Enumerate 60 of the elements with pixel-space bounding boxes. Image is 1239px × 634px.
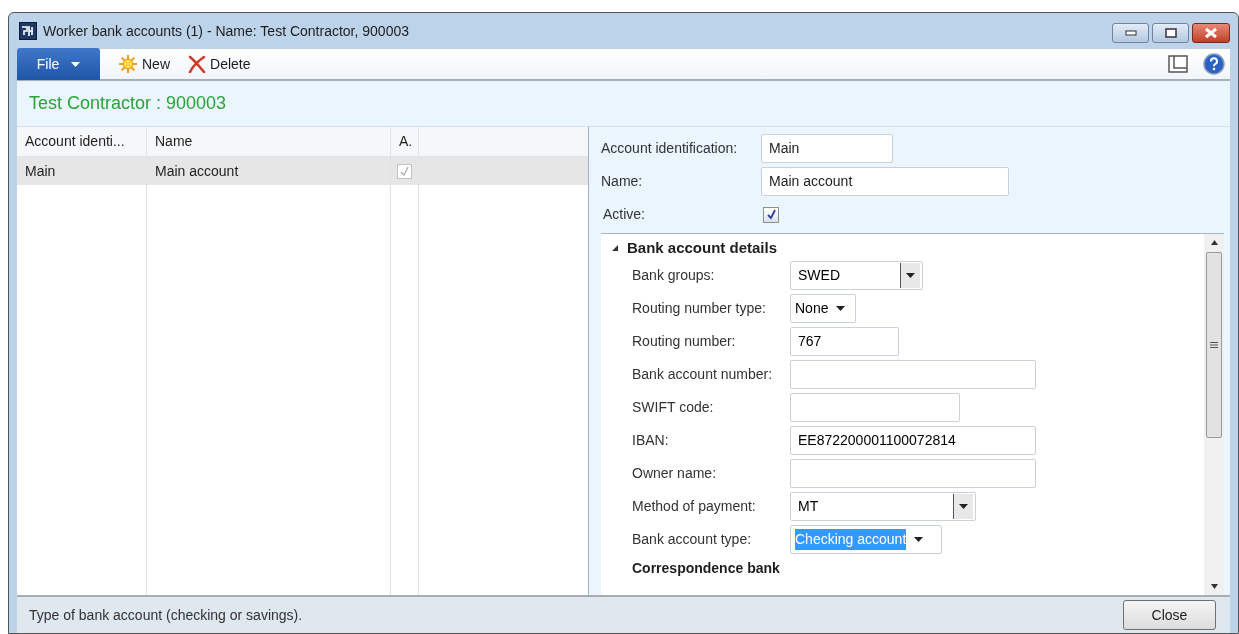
- table-cell: Main: [17, 157, 147, 185]
- delete-icon: [188, 55, 206, 73]
- app-icon: [19, 22, 37, 40]
- checkmark-icon: [399, 165, 410, 177]
- field-label: Active:: [603, 205, 646, 224]
- delete-button[interactable]: Delete: [188, 53, 251, 75]
- caret-icon: [906, 273, 915, 278]
- caret-icon: [71, 61, 81, 67]
- close-button[interactable]: [1192, 23, 1230, 43]
- field-label: Bank account type:: [632, 530, 753, 549]
- input-field[interactable]: [790, 393, 960, 422]
- grip-icon: [1210, 342, 1218, 348]
- field-label: Account identification:: [601, 139, 739, 158]
- checkmark-icon: [765, 209, 777, 220]
- field-label: Bank groups:: [632, 266, 716, 285]
- table-row[interactable]: Main Main account: [17, 157, 588, 185]
- checkbox[interactable]: [397, 163, 412, 179]
- record-title: Test Contractor : 900003: [29, 92, 227, 115]
- scroll-thumb[interactable]: [1206, 252, 1222, 438]
- field-label: Routing number type:: [632, 299, 767, 318]
- restore-button[interactable]: [1152, 23, 1189, 43]
- help-icon: [1203, 53, 1225, 75]
- combo-box[interactable]: SWED: [790, 261, 923, 290]
- field-label: IBAN:: [632, 431, 670, 450]
- field-label: Name:: [601, 172, 644, 191]
- close-button[interactable]: Close: [1123, 600, 1216, 630]
- restore-icon: [1164, 28, 1177, 38]
- input-field[interactable]: 767: [790, 327, 899, 356]
- field-label: Bank account number:: [632, 365, 774, 384]
- window-title: Worker bank accounts (1) - Name: Test Contractor, 900003: [43, 21, 409, 41]
- file-menu-button[interactable]: File: [17, 48, 100, 80]
- column-header[interactable]: Account identi...: [17, 127, 147, 156]
- new-button[interactable]: New: [118, 53, 170, 75]
- layout-icon: [1168, 54, 1188, 74]
- close-icon: [1204, 27, 1218, 39]
- subsection-title: Correspondence bank: [632, 558, 781, 578]
- status-text: Type of bank account (checking or savings).: [29, 605, 303, 625]
- input-field[interactable]: Main account: [761, 167, 1009, 196]
- dropdown[interactable]: None: [790, 294, 856, 323]
- caret-icon: [836, 306, 846, 311]
- input-field[interactable]: [790, 459, 1036, 488]
- field-label: Routing number:: [632, 332, 737, 351]
- field-label: Method of payment:: [632, 497, 757, 516]
- section-title[interactable]: Bank account details: [627, 236, 778, 260]
- checkbox[interactable]: [763, 206, 779, 223]
- caret-icon: [914, 537, 924, 542]
- column-header[interactable]: Name: [147, 127, 391, 156]
- field-label: SWIFT code:: [632, 398, 715, 417]
- table-cell: Main account: [147, 157, 391, 185]
- input-field[interactable]: Main: [761, 134, 893, 163]
- minimize-icon: [1124, 30, 1137, 36]
- minimize-button[interactable]: [1112, 23, 1149, 43]
- sun-icon: [118, 54, 138, 74]
- combo-box[interactable]: MT: [790, 492, 976, 521]
- column-header[interactable]: A.: [391, 127, 419, 156]
- field-label: Owner name:: [632, 464, 718, 483]
- caret-icon: [959, 504, 968, 509]
- scrollbar[interactable]: [1204, 234, 1224, 595]
- input-field[interactable]: [790, 360, 1036, 389]
- input-field[interactable]: EE872200001100072814: [790, 426, 1036, 455]
